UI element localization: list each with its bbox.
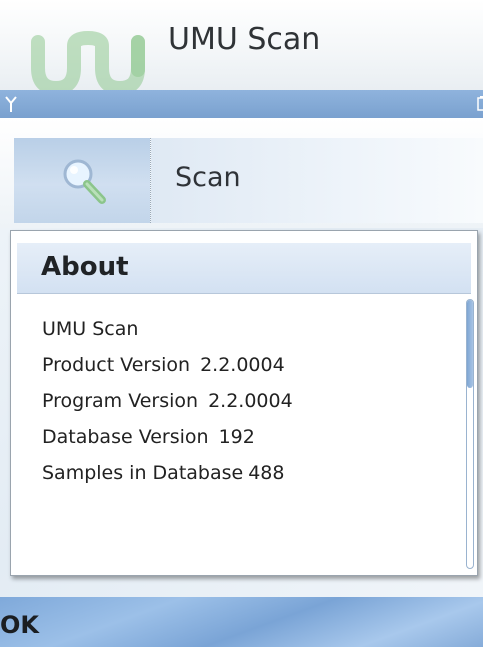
about-label: Samples in Database	[42, 462, 244, 484]
about-line-app-name: UMU Scan	[42, 311, 452, 347]
title-bar: UMU Scan	[0, 0, 483, 90]
dialog-content: UMU Scan Product Version 2.2.0004 Program…	[42, 311, 452, 491]
signal-antenna-icon	[5, 96, 17, 112]
screen: UMU Scan Scan About UMU Scan Product Ver…	[0, 0, 483, 647]
tab-bar: Scan	[0, 118, 483, 228]
about-value: 192	[218, 426, 255, 448]
about-label: UMU Scan	[42, 318, 139, 340]
about-line-program-version: Program Version 2.2.0004	[42, 383, 452, 419]
dialog-scrollbar[interactable]	[466, 299, 474, 569]
scroll-thumb[interactable]	[467, 300, 473, 388]
about-label: Product Version	[42, 354, 191, 376]
about-label: Program Version	[42, 390, 199, 412]
about-value: 488	[248, 462, 285, 484]
umu-logo-icon	[31, 30, 145, 90]
ok-softkey-button[interactable]: OK	[0, 611, 39, 639]
about-label: Database Version	[42, 426, 209, 448]
about-dialog: About UMU Scan Product Version 2.2.0004 P…	[10, 230, 478, 576]
magnifier-icon	[63, 159, 106, 204]
softkey-bar: OK	[0, 597, 483, 647]
about-value: 2.2.0004	[208, 390, 293, 412]
tab-icon-cell	[14, 138, 150, 223]
app-title: UMU Scan	[168, 22, 321, 57]
about-line-samples: Samples in Database 488	[42, 455, 452, 491]
about-line-database-version: Database Version 192	[42, 419, 452, 455]
dialog-title: About	[41, 252, 129, 282]
about-value: 2.2.0004	[200, 354, 285, 376]
dialog-header: About	[17, 243, 471, 294]
status-bar	[0, 90, 483, 118]
about-line-product-version: Product Version 2.2.0004	[42, 347, 452, 383]
battery-icon	[477, 96, 483, 111]
tab-label-scan: Scan	[175, 162, 241, 193]
tab-label-cell: Scan	[151, 138, 483, 223]
tab-scan[interactable]: Scan	[14, 138, 483, 223]
